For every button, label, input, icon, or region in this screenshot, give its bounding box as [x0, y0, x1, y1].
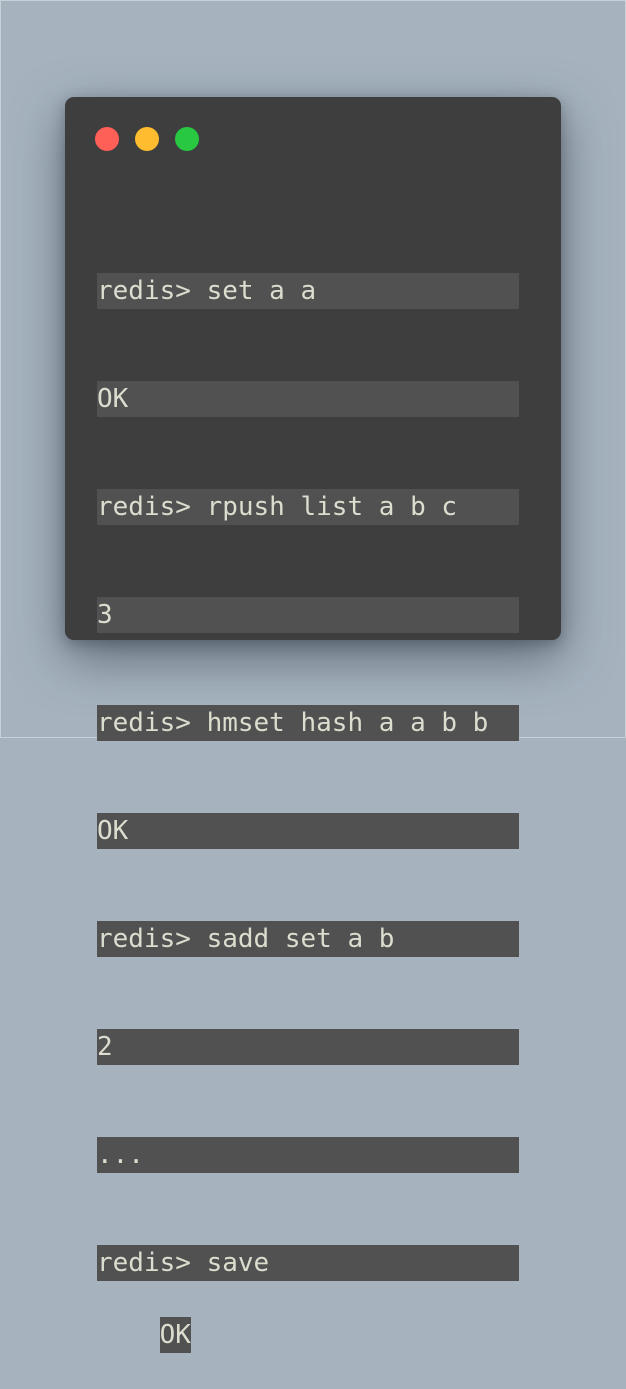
- close-button[interactable]: [95, 127, 119, 151]
- terminal-line: redis> set a a: [97, 273, 519, 309]
- terminal-line: OK: [159, 1317, 191, 1353]
- terminal-line: OK: [97, 381, 519, 417]
- terminal-output[interactable]: redis> set a a OK redis> rpush list a b …: [97, 201, 519, 1389]
- minimize-button[interactable]: [135, 127, 159, 151]
- terminal-line: 2: [97, 1029, 519, 1065]
- terminal-line: redis> rpush list a b c: [97, 489, 519, 525]
- terminal-window: redis> set a a OK redis> rpush list a b …: [65, 97, 561, 1353]
- terminal-line: 3: [97, 597, 519, 633]
- terminal-line: redis> hmset hash a a b b: [97, 705, 519, 741]
- zoom-button[interactable]: [175, 127, 199, 151]
- terminal-line: OK: [97, 813, 519, 849]
- window-controls: [95, 127, 199, 151]
- terminal-line: redis> save: [97, 1245, 519, 1281]
- terminal-line: ...: [97, 1137, 519, 1173]
- terminal-line: redis> sadd set a b: [97, 921, 519, 957]
